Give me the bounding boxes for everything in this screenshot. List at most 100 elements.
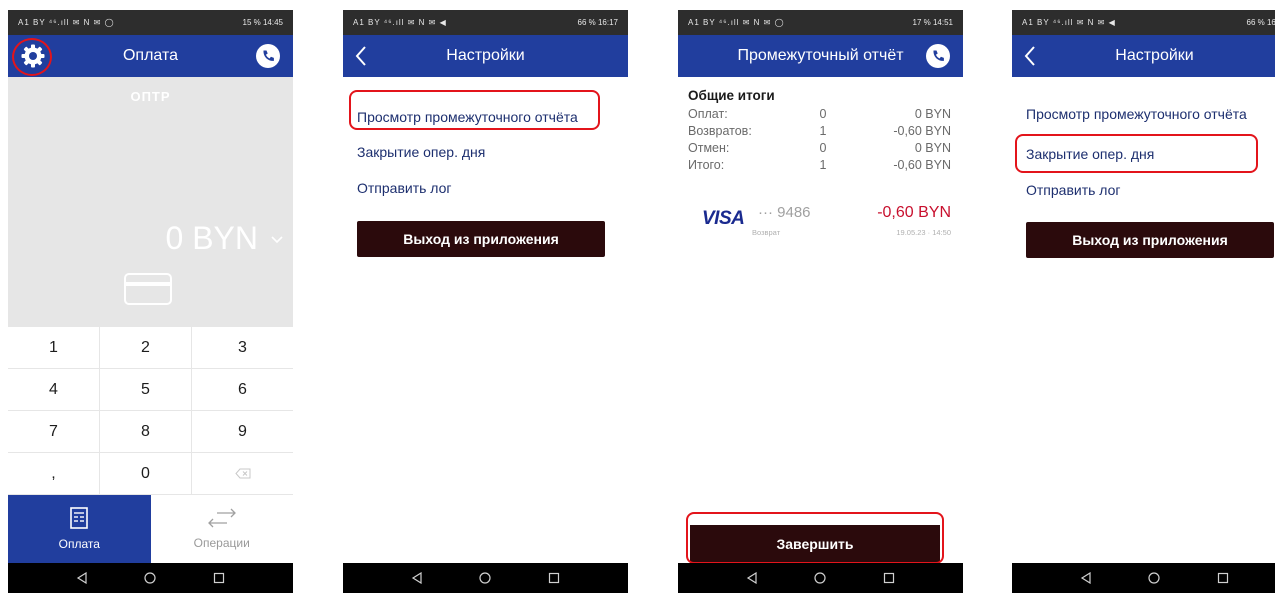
menu-close-day[interactable]: Закрытие опер. дня — [357, 144, 485, 160]
page-title: Настройки — [446, 47, 525, 64]
recents-nav-icon[interactable] — [1217, 572, 1229, 584]
key-8[interactable]: 8 — [100, 411, 192, 453]
card-pan: ··· 9486 — [758, 204, 811, 221]
key-2[interactable]: 2 — [100, 327, 192, 369]
key-3[interactable]: 3 — [192, 327, 293, 369]
interim-report-highlight — [349, 90, 600, 130]
key-9[interactable]: 9 — [192, 411, 293, 453]
exit-app-button[interactable]: Выход из приложения — [357, 221, 605, 257]
key-0[interactable]: 0 — [100, 453, 192, 495]
report-title: Общие итоги — [688, 88, 775, 103]
close-day-highlight — [1015, 134, 1258, 173]
transaction-item[interactable]: VISA ··· 9486 Возврат -0,60 BYN 19.05.23… — [700, 202, 951, 242]
interim-report-screen: A1 BY ⁴⁶.ıll ✉ N ✉ ◯ 17 % 14:51 Промежут… — [678, 10, 963, 593]
receipt-icon — [70, 507, 89, 529]
row-label: Возвратов: — [688, 123, 752, 138]
status-bar: A1 BY ⁴⁶.ıll ✉ N ✉ ◯ 17 % 14:51 — [678, 10, 963, 35]
tab-operations[interactable]: Операции — [150, 495, 293, 563]
page-title: Настройки — [1115, 47, 1194, 64]
report-row-refunds: Возвратов: 1 -0,60 BYN — [688, 122, 951, 139]
tab-payment-label: Оплата — [58, 537, 100, 551]
back-nav-icon[interactable] — [76, 572, 88, 584]
back-nav-icon[interactable] — [1080, 572, 1092, 584]
battery-level: 15 % — [242, 18, 261, 27]
key-7[interactable]: 7 — [8, 411, 100, 453]
home-nav-icon[interactable] — [144, 572, 157, 584]
status-bar: A1 BY ⁴⁶.ıll ✉ N ✉ ◀ 66 % 16:17 — [1012, 10, 1275, 35]
app-bar: Настройки — [1012, 35, 1275, 77]
status-time: 16:17 — [1266, 18, 1275, 27]
key-4[interactable]: 4 — [8, 369, 100, 411]
row-count: 0 — [819, 140, 827, 155]
row-label: Отмен: — [688, 140, 730, 155]
battery-level: 66 % — [1246, 18, 1265, 27]
key-5[interactable]: 5 — [100, 369, 192, 411]
status-bar: A1 BY ⁴⁶.ıll ✉ N ✉ ◯ 15 % 14:45 — [8, 10, 293, 35]
recents-nav-icon[interactable] — [213, 572, 225, 584]
menu-view-interim-report[interactable]: Просмотр промежуточного отчёта — [1026, 106, 1247, 122]
status-time: 14:51 — [932, 18, 953, 27]
android-nav-bar — [8, 563, 293, 593]
status-carrier: A1 BY ⁴⁶.ıll ✉ N ✉ ◀ — [353, 18, 447, 27]
chevron-down-icon — [271, 236, 283, 244]
status-bar: A1 BY ⁴⁶.ıll ✉ N ✉ ◀ 66 % 16:17 — [343, 10, 628, 35]
row-count: 0 — [819, 106, 827, 121]
chevron-left-icon — [1024, 46, 1035, 66]
status-right: 15 % 14:45 — [243, 18, 284, 27]
back-button[interactable] — [1024, 35, 1036, 77]
key-6[interactable]: 6 — [192, 369, 293, 411]
recents-nav-icon[interactable] — [883, 572, 895, 584]
key-comma[interactable]: , — [8, 453, 100, 495]
call-button[interactable] — [255, 35, 281, 77]
status-carrier: A1 BY ⁴⁶.ıll ✉ N ✉ ◯ — [688, 18, 785, 27]
home-nav-icon[interactable] — [479, 572, 492, 584]
back-nav-icon[interactable] — [746, 572, 758, 584]
exit-app-button[interactable]: Выход из приложения — [1026, 222, 1274, 258]
status-carrier: A1 BY ⁴⁶.ıll ✉ N ✉ ◀ — [1022, 18, 1116, 27]
key-1[interactable]: 1 — [8, 327, 100, 369]
swap-arrows-icon — [207, 508, 236, 528]
row-sum: 0 BYN — [914, 140, 951, 155]
tab-payment[interactable]: Оплата — [8, 495, 151, 563]
currency-dropdown[interactable] — [271, 231, 283, 249]
menu-send-log[interactable]: Отправить лог — [357, 180, 452, 196]
home-nav-icon[interactable] — [814, 572, 827, 584]
android-nav-bar — [1012, 563, 1275, 593]
tab-operations-label: Операции — [193, 536, 250, 550]
app-bar: Настройки — [343, 35, 628, 77]
payment-screen: A1 BY ⁴⁶.ıll ✉ N ✉ ◯ 15 % 14:45 Оплата О… — [8, 10, 293, 593]
back-nav-icon[interactable] — [411, 572, 423, 584]
page-title: Оплата — [122, 47, 179, 64]
back-button[interactable] — [355, 35, 367, 77]
android-nav-bar — [343, 563, 628, 593]
recents-nav-icon[interactable] — [548, 572, 560, 584]
settings-screen-close-day: A1 BY ⁴⁶.ıll ✉ N ✉ ◀ 66 % 16:17 Настройк… — [1012, 10, 1275, 593]
settings-screen: A1 BY ⁴⁶.ıll ✉ N ✉ ◀ 66 % 16:17 Настройк… — [343, 10, 628, 593]
row-sum: 0 BYN — [914, 106, 951, 121]
chevron-left-icon — [355, 46, 366, 66]
report-row-payments: Оплат: 0 0 BYN — [688, 105, 951, 122]
card-icon — [124, 273, 172, 310]
status-time: 14:45 — [262, 18, 283, 27]
menu-send-log[interactable]: Отправить лог — [1026, 182, 1121, 198]
page-title: Промежуточный отчёт — [737, 47, 904, 64]
call-button[interactable] — [925, 35, 951, 77]
home-nav-icon[interactable] — [1148, 572, 1161, 584]
transaction-amount: -0,60 BYN — [877, 204, 951, 221]
visa-logo: VISA — [702, 208, 745, 229]
amount-value: 0 BYN — [165, 220, 258, 256]
row-count: 1 — [819, 123, 827, 138]
battery-level: 66 % — [577, 18, 596, 27]
amount-display: ОПТР 0 BYN — [8, 77, 293, 327]
row-count: 1 — [819, 157, 827, 172]
status-carrier: A1 BY ⁴⁶.ıll ✉ N ✉ ◯ — [18, 18, 115, 27]
row-label: Оплат: — [688, 106, 728, 121]
transaction-date: 19.05.23 · 14:50 — [896, 228, 951, 237]
report-summary: Общие итоги Оплат: 0 0 BYN Возвратов: 1 … — [688, 88, 951, 173]
android-nav-bar — [678, 563, 963, 593]
status-right: 66 % 16:17 — [1247, 18, 1275, 27]
backspace-icon — [234, 468, 250, 479]
backspace-key[interactable] — [192, 453, 293, 495]
report-row-total: Итого: 1 -0,60 BYN — [688, 156, 951, 173]
finish-highlight — [686, 512, 944, 564]
